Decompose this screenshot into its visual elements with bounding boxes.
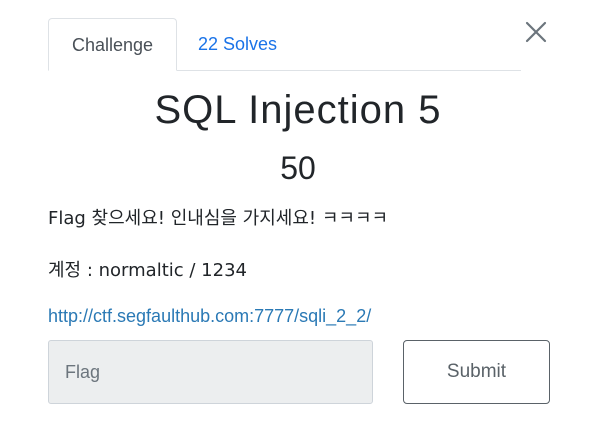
tab-solves[interactable]: 22 Solves	[198, 18, 277, 70]
submit-button[interactable]: Submit	[403, 340, 550, 404]
challenge-credentials: 계정 : normaltic / 1234	[48, 260, 247, 281]
tab-challenge[interactable]: Challenge	[48, 18, 177, 71]
challenge-link[interactable]: http://ctf.segfaulthub.com:7777/sqli_2_2…	[48, 306, 371, 327]
challenge-tabs: Challenge 22 Solves	[48, 18, 521, 71]
challenge-description: Flag 찾으세요! 인내심을 가지세요! ㅋㅋㅋㅋ	[48, 208, 389, 229]
challenge-title: SQL Injection 5	[154, 88, 442, 132]
close-icon[interactable]	[522, 18, 550, 46]
flag-input[interactable]	[48, 340, 373, 404]
challenge-value: 50	[280, 150, 316, 186]
